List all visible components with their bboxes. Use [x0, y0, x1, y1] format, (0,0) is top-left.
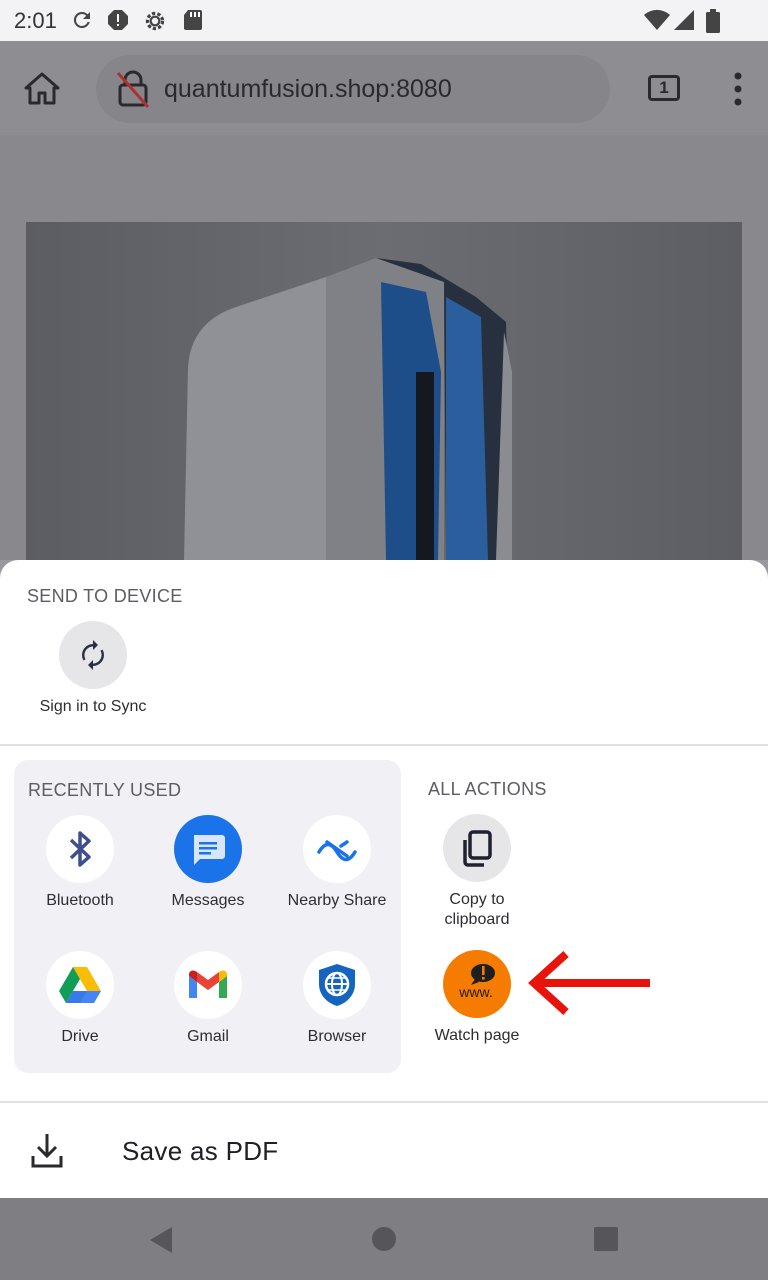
download-icon [31, 1134, 63, 1168]
browser-icon [319, 964, 355, 1006]
app-messages[interactable]: Messages [144, 815, 272, 911]
svg-text:www.: www. [458, 984, 492, 1000]
tab-count: 1 [659, 78, 669, 97]
drive-icon [59, 967, 101, 1003]
tab-switcher-button[interactable]: 1 [648, 75, 680, 101]
alert-icon [108, 10, 128, 30]
home-icon[interactable] [22, 71, 62, 107]
sign-in-to-sync-label: Sign in to Sync [39, 698, 147, 715]
messages-icon [194, 835, 225, 865]
watch-page-icon: www. [458, 964, 495, 1000]
app-browser[interactable]: Browser [273, 951, 401, 1047]
sync-icon [82, 640, 104, 670]
sign-in-to-sync-button[interactable]: Sign in to Sync [28, 621, 158, 717]
sd-card-icon [184, 10, 202, 30]
app-label: Messages [171, 892, 245, 909]
app-label: Drive [61, 1028, 99, 1045]
browser-toolbar: quantumfusion.shop:8080 1 [0, 41, 768, 135]
url-text[interactable]: quantumfusion.shop:8080 [164, 75, 452, 104]
settings-icon [145, 11, 165, 31]
system-nav-bar [0, 1198, 768, 1280]
page-content [0, 135, 768, 560]
annotation-arrow-icon [528, 951, 650, 1015]
divider [0, 744, 768, 746]
recents-icon[interactable] [593, 1226, 619, 1252]
recently-used-panel: RECENTLY USED Bluetooth Messages Nearby … [14, 760, 401, 1073]
save-as-pdf-label: Save as PDF [122, 1136, 279, 1166]
insecure-lock-icon[interactable] [114, 69, 152, 109]
product-image [26, 222, 742, 560]
sync-icon [73, 11, 90, 28]
copy-to-clipboard-button[interactable]: Copy to clipboard [413, 814, 541, 930]
app-gmail[interactable]: Gmail [144, 951, 272, 1047]
all-actions-heading: ALL ACTIONS [428, 779, 547, 799]
more-vert-icon[interactable] [730, 71, 746, 107]
status-bar: 2:01 [0, 0, 768, 41]
app-label: Bluetooth [46, 892, 114, 909]
app-nearby-share[interactable]: Nearby Share [273, 815, 401, 911]
app-label: Nearby Share [287, 892, 387, 909]
watch-page-button[interactable]: www. Watch page [413, 950, 541, 1046]
battery-icon [706, 9, 720, 33]
send-to-device-heading: SEND TO DEVICE [27, 586, 183, 606]
url-bar[interactable]: quantumfusion.shop:8080 [96, 55, 610, 123]
copy-icon [463, 830, 492, 867]
watch-page-label: Watch page [434, 1027, 520, 1044]
bluetooth-icon [69, 831, 91, 867]
app-label: Gmail [187, 1028, 229, 1045]
app-drive[interactable]: Drive [16, 951, 144, 1047]
copy-to-clipboard-label: Copy to clipboard [444, 891, 510, 928]
app-label: Browser [307, 1028, 367, 1045]
share-sheet: SEND TO DEVICE Sign in to Sync RECENTLY … [0, 560, 768, 1198]
back-icon[interactable] [146, 1225, 174, 1255]
signal-icon [674, 10, 694, 30]
recently-used-heading: RECENTLY USED [28, 780, 182, 800]
wifi-icon [644, 9, 670, 30]
status-time: 2:01 [14, 8, 57, 33]
app-bluetooth[interactable]: Bluetooth [16, 815, 144, 911]
nearby-share-icon [317, 840, 357, 862]
save-as-pdf-row[interactable]: Save as PDF [0, 1103, 768, 1198]
gmail-icon [189, 970, 227, 998]
home-nav-icon[interactable] [371, 1226, 397, 1252]
